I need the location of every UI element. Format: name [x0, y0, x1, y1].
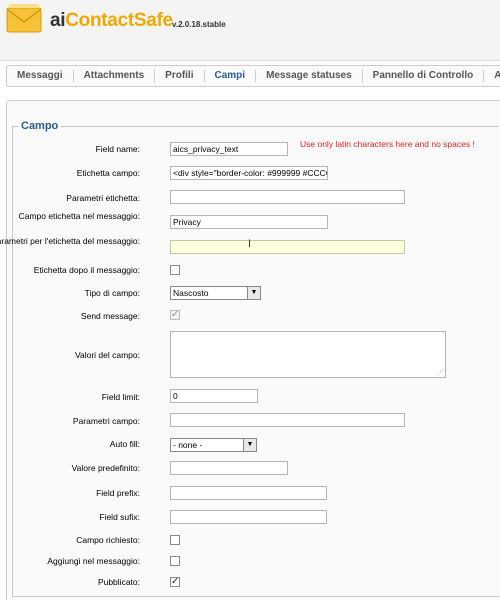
tipo-di-campo-select[interactable]: Nascosto ▼	[170, 286, 261, 300]
tab-pannello-di-controllo[interactable]: Pannello di Controllo	[363, 70, 485, 82]
field-limit-label: Field limit:	[101, 392, 140, 402]
etichetta-dopo-messaggio-checkbox[interactable]	[170, 265, 180, 275]
auto-fill-value: - none -	[173, 440, 203, 450]
campo-etichetta-messaggio-input[interactable]: Privacy	[170, 215, 328, 229]
text-cursor-icon: I	[248, 238, 252, 250]
tab-campi[interactable]: Campi	[205, 70, 257, 82]
parametri-etichetta-messaggio-label: Parametri per l'etichetta del messaggio:	[0, 236, 140, 246]
aggiungi-nel-messaggio-label: Aggiungi nel messaggio:	[47, 556, 140, 566]
field-sufix-input[interactable]	[170, 510, 327, 524]
fieldset-legend: Campo	[18, 120, 62, 132]
etichetta-dopo-messaggio-label: Etichetta dopo il messaggio:	[33, 265, 140, 275]
tab-bar: Messaggi Attachments Profili Campi Messa…	[6, 65, 500, 87]
envelope-logo-icon	[6, 4, 42, 33]
valori-del-campo-label: Valori del campo:	[74, 350, 140, 360]
tab-attachments[interactable]: Attachments	[74, 70, 156, 82]
campo-etichetta-messaggio-label: Campo etichetta nel messaggio:	[18, 211, 140, 221]
chevron-down-icon: ▼	[247, 287, 260, 299]
field-prefix-input[interactable]	[170, 486, 327, 500]
field-prefix-label: Field prefix:	[96, 488, 140, 498]
tipo-di-campo-label: Tipo di campo:	[84, 288, 140, 298]
chevron-down-icon: ▼	[243, 439, 256, 451]
parametri-campo-input[interactable]	[170, 413, 405, 427]
etichetta-campo-label: Etichetta campo:	[76, 168, 140, 178]
tab-profili[interactable]: Profili	[155, 70, 205, 82]
auto-fill-select[interactable]: - none - ▼	[170, 438, 257, 452]
pubblicato-label: Pubblicato:	[97, 577, 140, 587]
resize-grip-icon[interactable]: ⋰	[437, 368, 444, 376]
parametri-campo-label: Parametri campo:	[72, 416, 140, 426]
field-name-hint: Use only latin characters here and no sp…	[300, 139, 475, 149]
send-message-label: Send message:	[80, 311, 140, 321]
field-name-input[interactable]: aics_privacy_text	[170, 142, 288, 156]
parametri-etichetta-messaggio-input[interactable]	[170, 240, 405, 254]
etichetta-campo-input[interactable]: <div style="border-color: #999999 #CCCCC	[170, 166, 328, 180]
auto-fill-label: Auto fill:	[109, 439, 140, 449]
campo-richiesto-label: Campo richiesto:	[76, 535, 140, 545]
tab-a[interactable]: A	[484, 70, 500, 82]
app-header: aiContactSafe v.2.0.18.stable	[0, 0, 500, 61]
valore-predefinito-input[interactable]	[170, 461, 288, 475]
field-limit-input[interactable]: 0	[170, 389, 258, 403]
version-label: v.2.0.18.stable	[172, 20, 226, 29]
send-message-checkbox[interactable]	[170, 309, 180, 320]
tipo-di-campo-value: Nascosto	[173, 288, 209, 298]
tab-message-statuses[interactable]: Message statuses	[256, 70, 363, 82]
pubblicato-checkbox[interactable]	[170, 576, 180, 587]
field-sufix-label: Field sufix:	[99, 512, 140, 522]
valore-predefinito-label: Valore predefinito:	[71, 463, 140, 473]
app-title: aiContactSafe	[50, 10, 173, 31]
parametri-etichetta-label: Parametri etichetta:	[66, 193, 140, 203]
tab-messaggi[interactable]: Messaggi	[7, 70, 74, 82]
campo-richiesto-checkbox[interactable]	[170, 535, 180, 545]
parametri-etichetta-input[interactable]	[170, 190, 405, 204]
valori-del-campo-textarea[interactable]: ⋰	[170, 331, 446, 378]
field-name-label: Field name:	[95, 144, 140, 154]
aggiungi-nel-messaggio-checkbox[interactable]	[170, 556, 180, 566]
